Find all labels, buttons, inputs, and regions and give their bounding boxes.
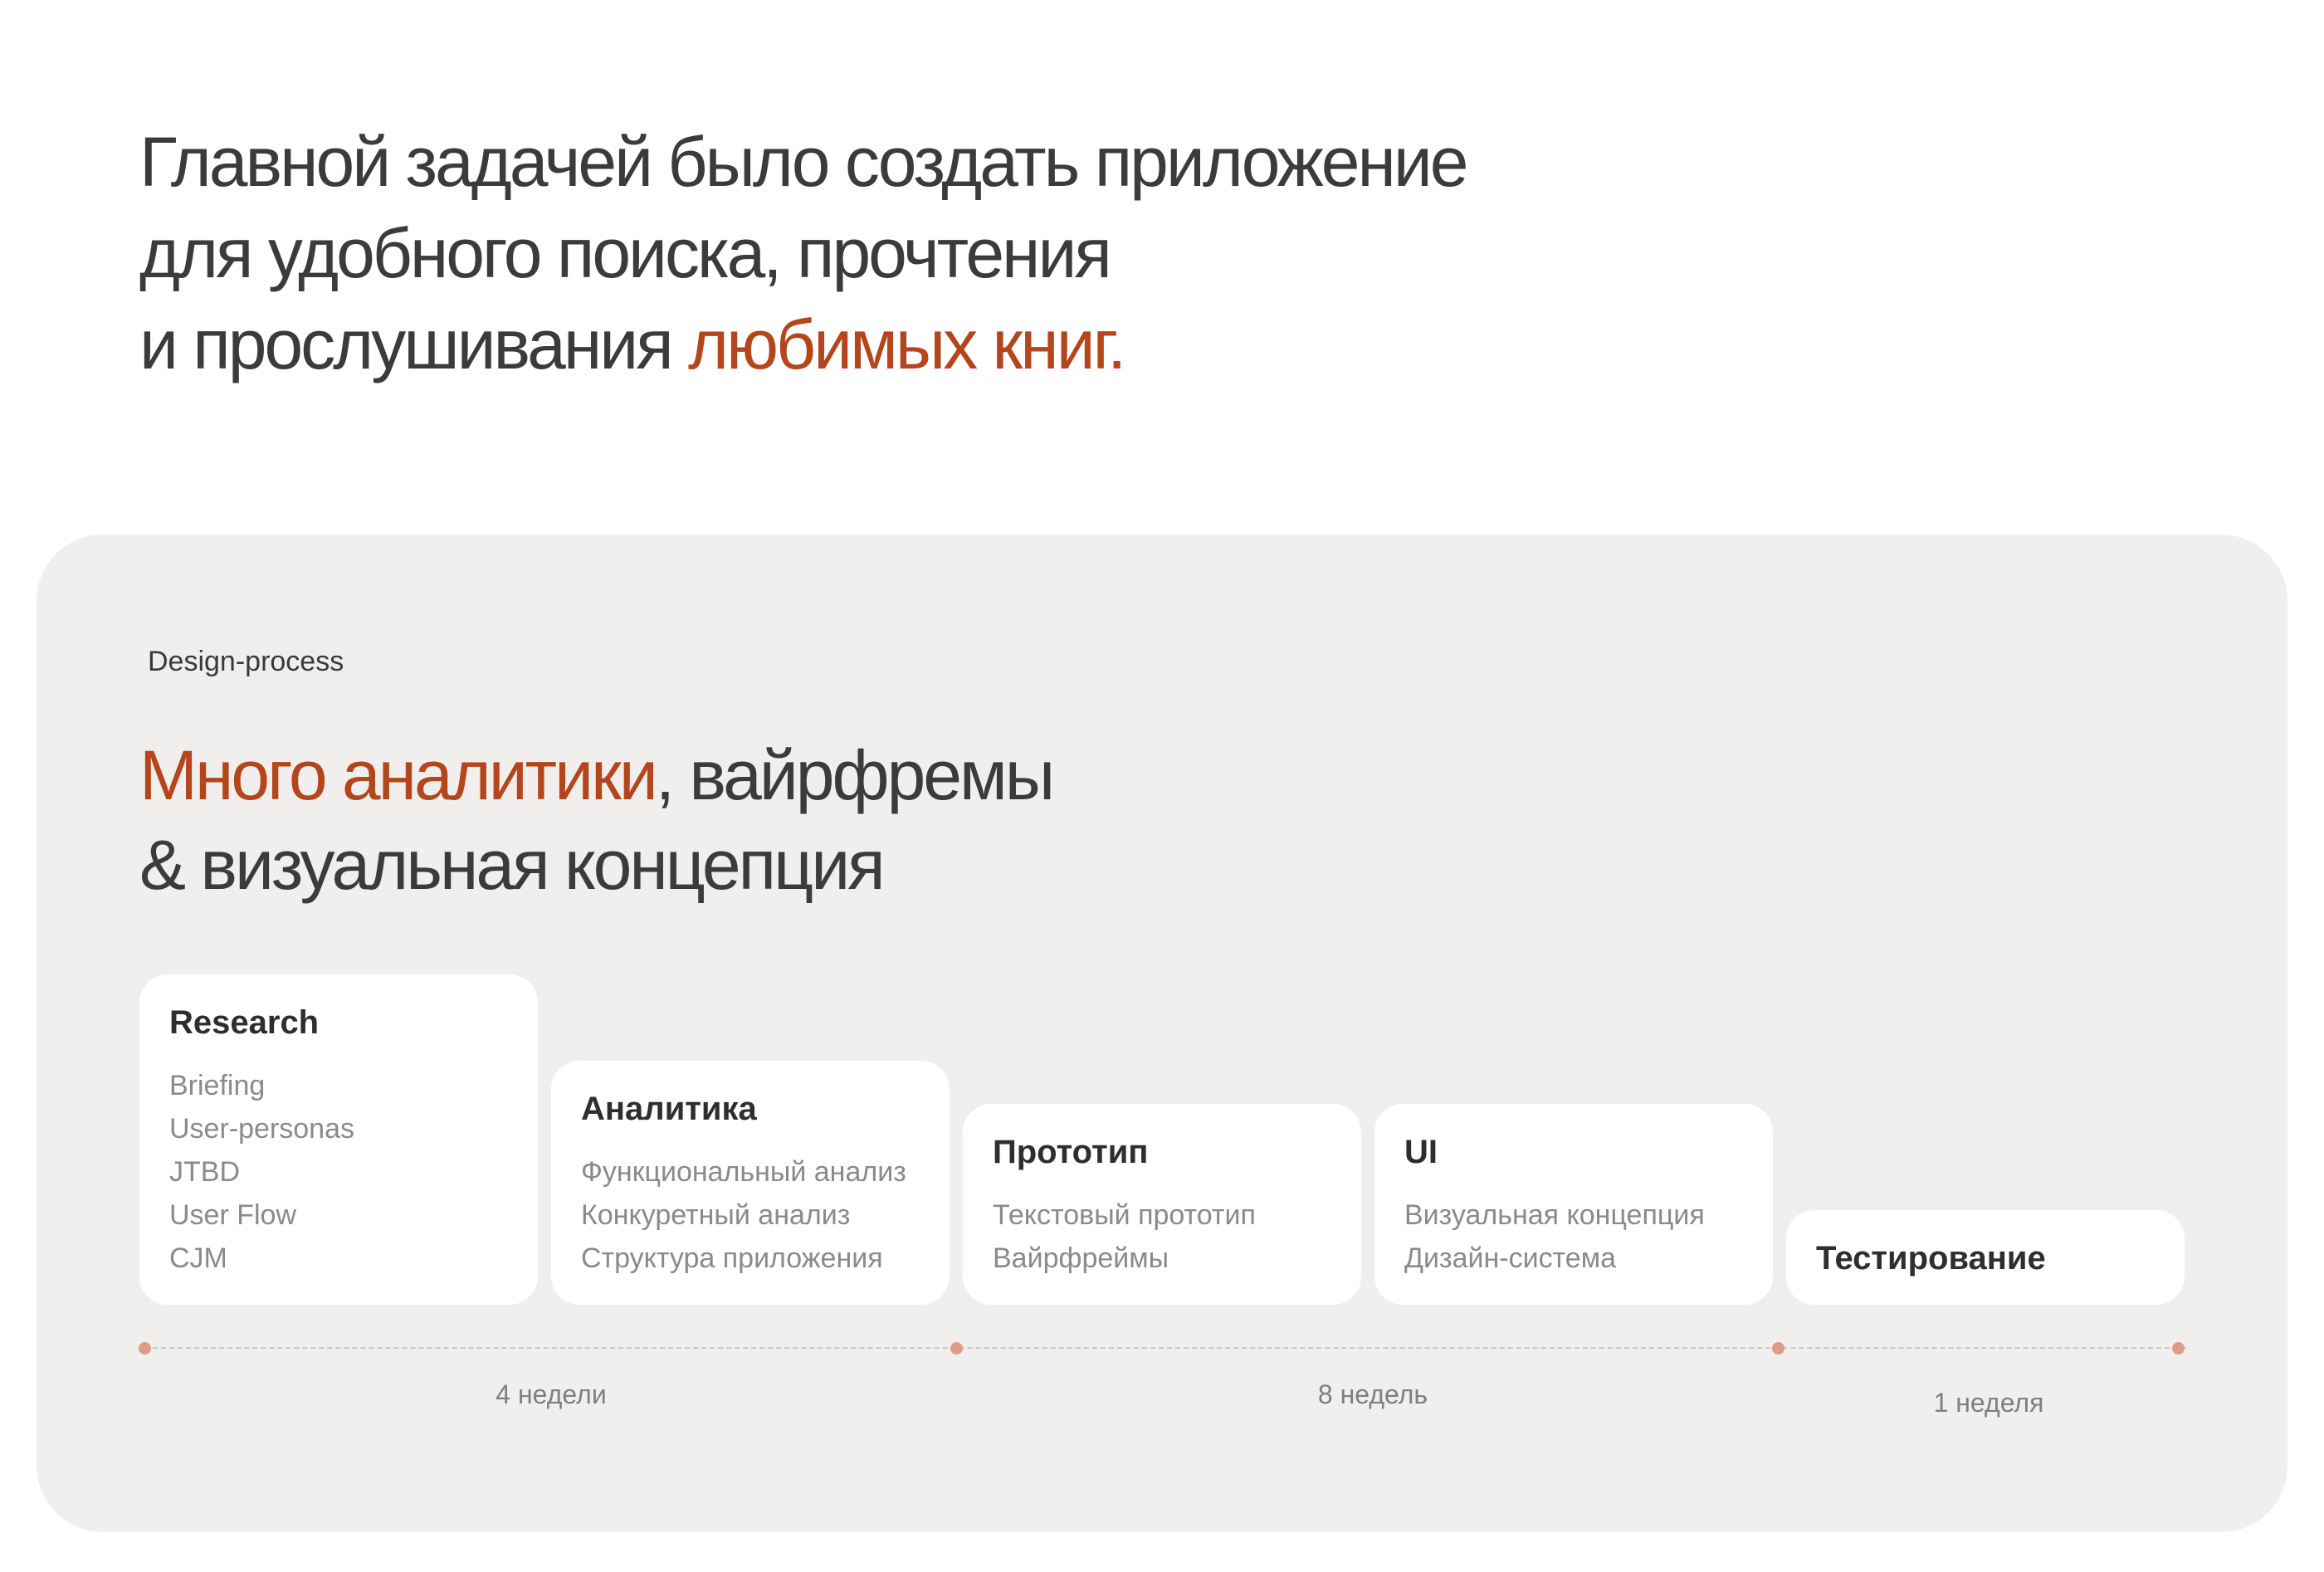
stage-card-testing: Тестирование — [1786, 1210, 2185, 1305]
stage-item: CJM — [169, 1242, 227, 1274]
hero-line-3-plain: и прослушивания — [139, 305, 689, 383]
stage-item-list: Текстовый прототип Вайрфреймы — [993, 1194, 1331, 1280]
stage-card-prototype: Прототип Текстовый прототип Вайрфреймы — [963, 1104, 1361, 1305]
hero-line-1: Главной задачей было создать приложение — [139, 123, 1468, 201]
stage-item: Briefing — [169, 1070, 266, 1101]
section-eyebrow: Design-process — [148, 646, 344, 677]
hero-line-2: для удобного поиска, прочтения — [139, 214, 1112, 292]
stage-title: UI — [1404, 1134, 1438, 1170]
section-title-accent: Много аналитики — [139, 736, 658, 814]
section-title-line-1: Много аналитики, вайрфремы — [139, 730, 1055, 820]
timeline-dot — [2172, 1342, 2185, 1355]
stage-title: Тестирование — [1816, 1240, 2046, 1277]
stage-item: User Flow — [169, 1199, 297, 1231]
duration-label: 8 недель — [1317, 1379, 1428, 1409]
stage-title: Аналитика — [581, 1091, 757, 1127]
duration-label: 4 недели — [496, 1379, 607, 1409]
stage-item: User-personas — [169, 1113, 354, 1145]
hero-line-3-accent: любимых книг. — [688, 305, 1126, 383]
timeline-dot — [950, 1342, 963, 1355]
stage-item: Конкуретный анализ — [581, 1199, 851, 1231]
hero-heading: Главной задачей было создать приложение … — [139, 116, 1716, 390]
stage-title: Research — [169, 1004, 320, 1041]
stage-title: Прототип — [993, 1134, 1149, 1170]
section-title-line-2: & визуальная концепция — [139, 826, 886, 904]
section-title-rest: , вайрфремы — [655, 736, 1055, 814]
stage-card-ui: UI Визуальная концепция Дизайн-система — [1374, 1104, 1773, 1305]
stage-item: Визуальная концепция — [1404, 1199, 1705, 1231]
stage-item: Структура приложения — [581, 1242, 883, 1274]
stage-item-list: Визуальная концепция Дизайн-система — [1404, 1194, 1743, 1280]
stage-item: Текстовый прототип — [993, 1199, 1256, 1231]
stage-item: Дизайн-система — [1404, 1242, 1616, 1274]
timeline — [139, 1340, 2186, 1356]
stage-item: JTBD — [169, 1156, 240, 1188]
timeline-dot — [1772, 1342, 1784, 1355]
stage-card-research: Research Briefing User-personas JTBD Use… — [139, 974, 538, 1305]
stage-item: Вайрфреймы — [993, 1242, 1169, 1274]
stage-item-list: Функциональный анализ Конкуретный анализ… — [581, 1150, 920, 1280]
hero-line-3: и прослушивания любимых книг. — [139, 299, 1716, 390]
stage-item-list: Briefing User-personas JTBD User Flow CJ… — [169, 1064, 508, 1280]
stage-card-analytics: Аналитика Функциональный анализ Конкурет… — [551, 1061, 950, 1305]
duration-label: 1 неделя — [1933, 1388, 2044, 1418]
timeline-dot — [139, 1342, 151, 1355]
section-title: Много аналитики, вайрфремы & визуальная … — [139, 730, 1055, 910]
stage-item: Функциональный анализ — [581, 1156, 906, 1188]
design-process-panel: Design-process Много аналитики, вайрфрем… — [37, 535, 2287, 1532]
timeline-dashed-line — [144, 1347, 2186, 1349]
